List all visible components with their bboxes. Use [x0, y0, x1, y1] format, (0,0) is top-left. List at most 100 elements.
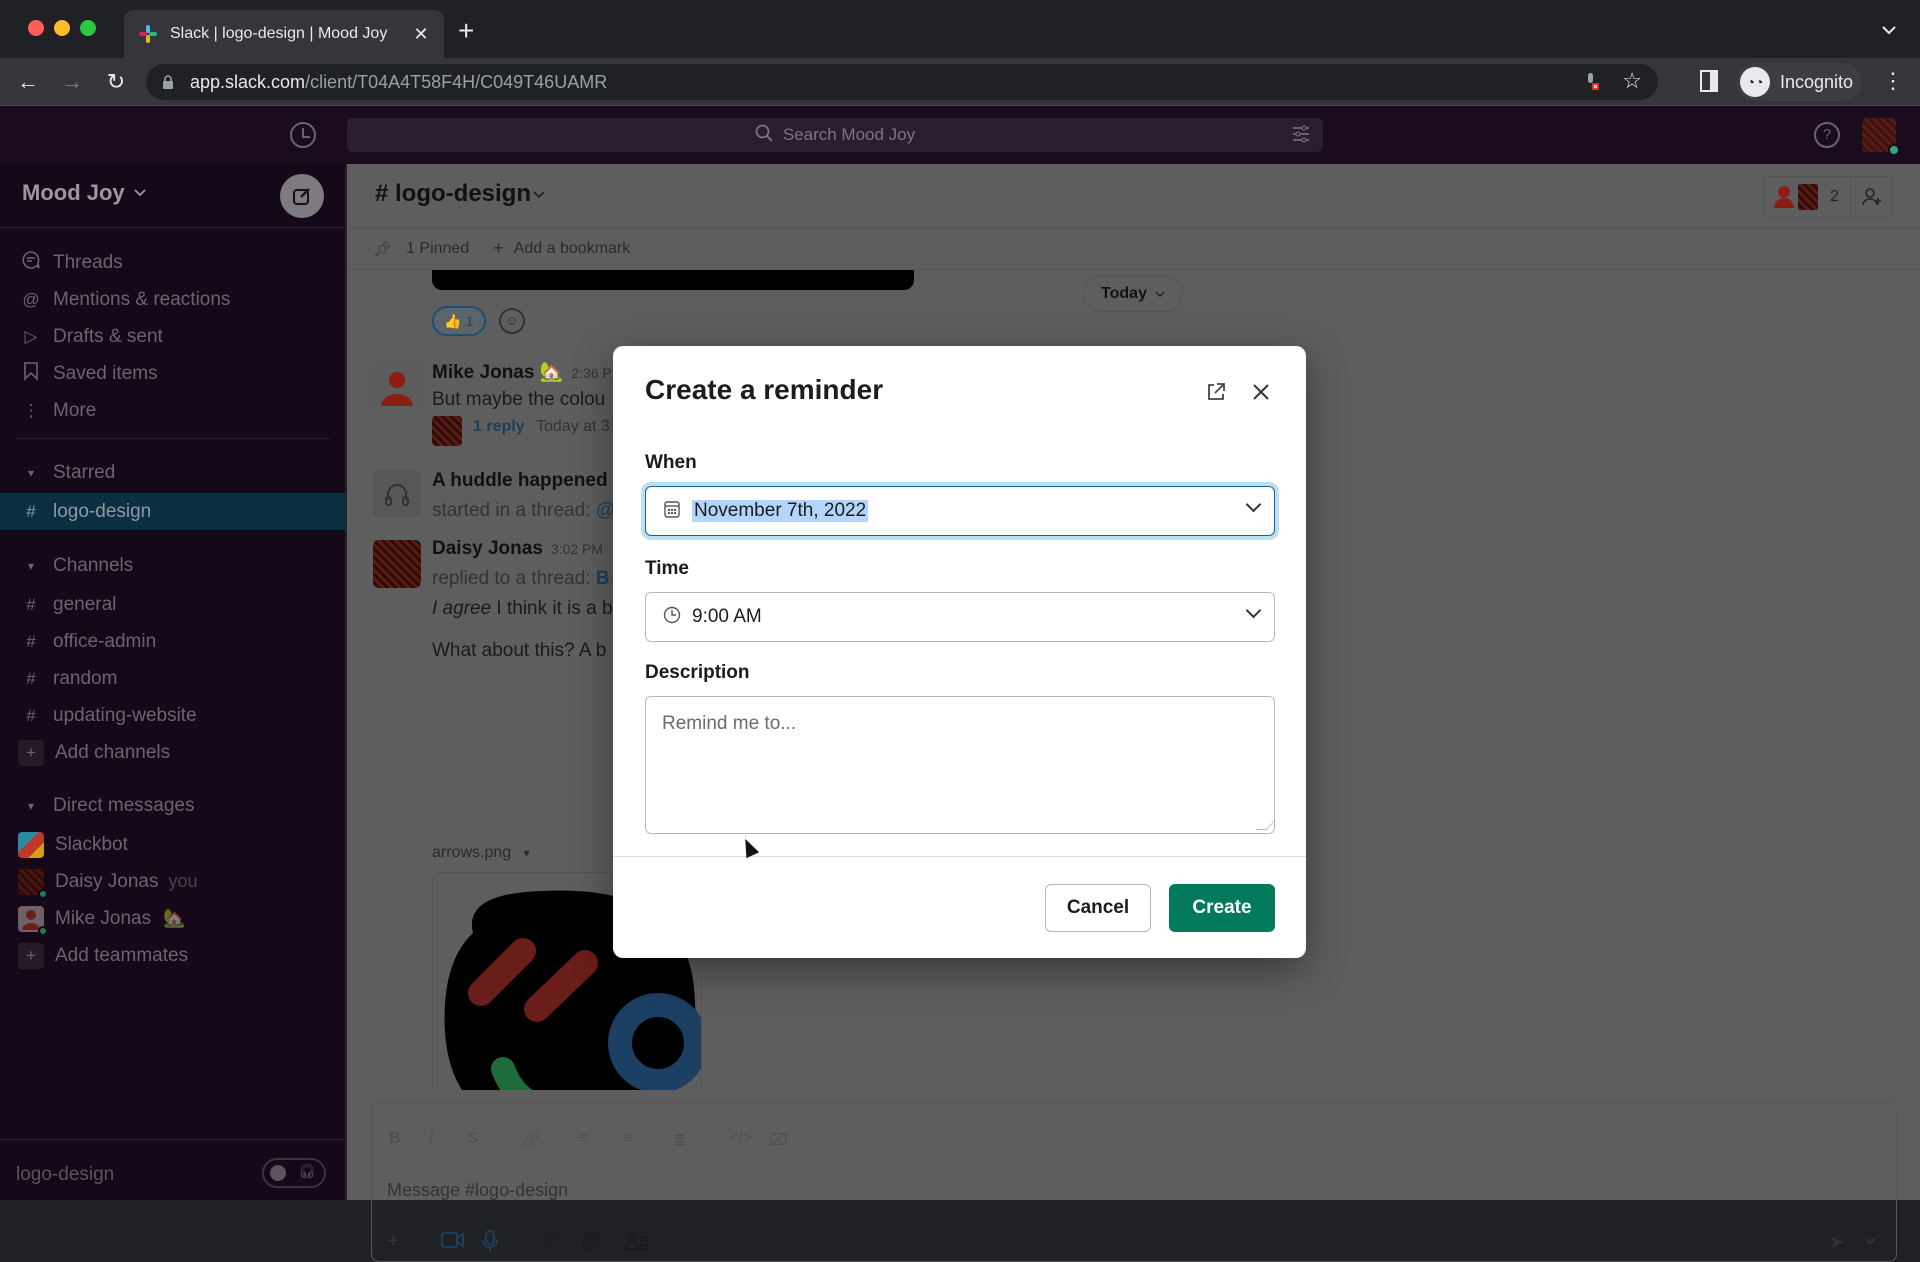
daisy-avatar[interactable]	[373, 540, 421, 588]
popout-icon[interactable]	[1203, 382, 1229, 408]
sidebar-dm-daisy-jonas[interactable]: Daisy Jonas you	[0, 863, 346, 900]
channel-label: logo-design	[53, 500, 152, 522]
section-header-direct-messages[interactable]: ▾ Direct messages	[0, 787, 346, 824]
help-icon[interactable]: ?	[1814, 122, 1840, 148]
huddle-toggle[interactable]: 🎧︎	[262, 1158, 326, 1188]
huddle-avatar	[373, 470, 421, 518]
add-bookmark-button[interactable]: Add a bookmark	[514, 240, 631, 258]
emoji-icon[interactable]: ☺	[539, 1230, 559, 1253]
code-block-icon[interactable]: ⌧	[769, 1130, 787, 1150]
link-icon[interactable]: 🔗︎	[521, 1130, 541, 1150]
caret-down-icon: ▾	[27, 558, 35, 573]
tab-search-chevron-icon[interactable]	[1882, 22, 1896, 38]
sidebar-channel-updating-website[interactable]: # updating-website	[0, 697, 346, 734]
add-teammates-button[interactable]: + Add teammates	[0, 937, 346, 974]
bulleted-list-icon[interactable]: ≡	[623, 1130, 632, 1148]
browser-menu-icon[interactable]: ⋮	[1882, 68, 1904, 94]
chevron-down-icon	[1246, 605, 1260, 619]
clock-icon	[662, 606, 682, 629]
incognito-profile-button[interactable]: ◔◔ Incognito	[1736, 63, 1862, 101]
chevron-down-icon[interactable]	[134, 186, 146, 200]
reaction-thumbs-up[interactable]: 👍 1	[432, 306, 486, 336]
video-clip-icon[interactable]	[441, 1230, 465, 1256]
sidebar-dm-slackbot[interactable]: Slackbot	[0, 826, 346, 863]
microphone-icon[interactable]	[481, 1230, 499, 1258]
sidebar-channel-logo-design[interactable]: # logo-design	[0, 493, 346, 530]
plus-icon: +	[493, 238, 504, 258]
file-name[interactable]: arrows.png ▾	[432, 844, 530, 862]
attach-plus-icon[interactable]: +	[387, 1230, 399, 1253]
create-button[interactable]: Create	[1169, 884, 1275, 932]
message-time[interactable]: 3:02 PM	[551, 541, 603, 557]
sidebar-item-label: Mentions & reactions	[53, 288, 231, 310]
new-tab-button[interactable]: +	[458, 16, 474, 46]
add-channels-button[interactable]: + Add channels	[0, 734, 346, 771]
address-bar[interactable]: app.slack.com /client/T04A4T58F4H/C049T4…	[146, 64, 1658, 100]
sidebar-item-saved[interactable]: Saved items	[0, 355, 346, 392]
add-reaction-icon[interactable]: ☺	[499, 308, 525, 334]
side-panel-icon[interactable]	[1700, 70, 1718, 92]
online-status-dot	[1888, 144, 1900, 156]
time-select[interactable]: 9:00 AM	[645, 592, 1275, 642]
hash-icon: #	[26, 631, 36, 651]
time-label: Time	[645, 558, 690, 579]
forward-button[interactable]: →	[58, 68, 86, 96]
ordered-list-icon[interactable]: ≡	[579, 1130, 588, 1148]
browser-tab[interactable]: Slack | logo-design | Mood Joy ✕	[124, 10, 444, 58]
tab-close-icon[interactable]: ✕	[410, 24, 432, 45]
bookmark-star-icon[interactable]: ☆	[1622, 68, 1642, 94]
description-textarea[interactable]	[645, 696, 1275, 834]
formatting-toggle-icon[interactable]: Aa	[625, 1230, 649, 1253]
compose-button[interactable]	[280, 174, 324, 218]
sidebar-item-threads[interactable]: Threads	[0, 244, 346, 281]
send-icon[interactable]: ➤	[1829, 1232, 1844, 1253]
blockquote-icon[interactable]: ≣	[673, 1130, 686, 1150]
image-attachment-bottom[interactable]	[432, 270, 914, 290]
cancel-button[interactable]: Cancel	[1045, 884, 1151, 932]
member-avatar	[1798, 184, 1818, 210]
plus-icon: +	[18, 739, 44, 766]
create-reminder-dialog: Create a reminder When November 7th, 202…	[613, 346, 1306, 958]
date-divider-today[interactable]: Today	[1083, 276, 1183, 312]
message-author[interactable]: Daisy Jonas 3:02 PM	[432, 538, 603, 560]
channel-title[interactable]: # logo-design	[375, 180, 531, 208]
italic-icon[interactable]: I	[429, 1130, 433, 1148]
sidebar-dm-mike-jonas[interactable]: Mike Jonas 🏡	[0, 900, 346, 937]
date-select[interactable]: November 7th, 2022	[645, 486, 1275, 536]
code-icon[interactable]: </>	[729, 1130, 752, 1148]
channel-members-button[interactable]: 2	[1763, 176, 1851, 218]
sidebar-channel-random[interactable]: # random	[0, 660, 346, 697]
user-avatar[interactable]	[1862, 118, 1900, 156]
sidebar-item-more[interactable]: ⋮ More	[0, 392, 346, 429]
window-close-button[interactable]	[28, 20, 44, 36]
back-button[interactable]: ←	[14, 68, 42, 96]
window-minimize-button[interactable]	[54, 20, 70, 36]
search-bar[interactable]: Search Mood Joy	[347, 118, 1323, 152]
close-icon[interactable]	[1247, 378, 1275, 406]
sidebar-channel-office-admin[interactable]: # office-admin	[0, 623, 346, 660]
pinned-button[interactable]: 1 Pinned	[406, 240, 469, 258]
thread-replies-link[interactable]: 1 reply	[473, 418, 525, 436]
search-filter-icon[interactable]	[1291, 124, 1311, 149]
history-icon[interactable]	[290, 122, 316, 148]
section-header-starred[interactable]: ▾ Starred	[0, 454, 346, 491]
house-emoji-icon: 🏡	[163, 908, 186, 928]
message-input[interactable]: Message #logo-design	[387, 1180, 568, 1201]
workspace-header[interactable]: Mood Joy	[0, 164, 346, 228]
mic-blocked-icon[interactable]	[1584, 72, 1600, 97]
sidebar-channel-general[interactable]: # general	[0, 586, 346, 623]
sidebar-item-mentions[interactable]: @ Mentions & reactions	[0, 281, 346, 318]
workspace-name[interactable]: Mood Joy	[22, 180, 125, 206]
mention-icon[interactable]: @	[581, 1230, 601, 1253]
strikethrough-icon[interactable]: S̶	[467, 1130, 478, 1148]
send-options-chevron-icon[interactable]	[1865, 1236, 1875, 1247]
bold-icon[interactable]: B	[389, 1130, 401, 1148]
message-author[interactable]: Mike Jonas 🏡 2:36 PM	[432, 360, 624, 384]
add-member-button[interactable]	[1851, 176, 1893, 218]
reload-button[interactable]: ↻	[102, 68, 130, 96]
window-zoom-button[interactable]	[80, 20, 96, 36]
section-header-channels[interactable]: ▾ Channels	[0, 547, 346, 584]
chevron-down-icon[interactable]	[533, 188, 545, 202]
sidebar-item-drafts[interactable]: ▷ Drafts & sent	[0, 318, 346, 355]
mike-avatar[interactable]	[373, 362, 421, 410]
